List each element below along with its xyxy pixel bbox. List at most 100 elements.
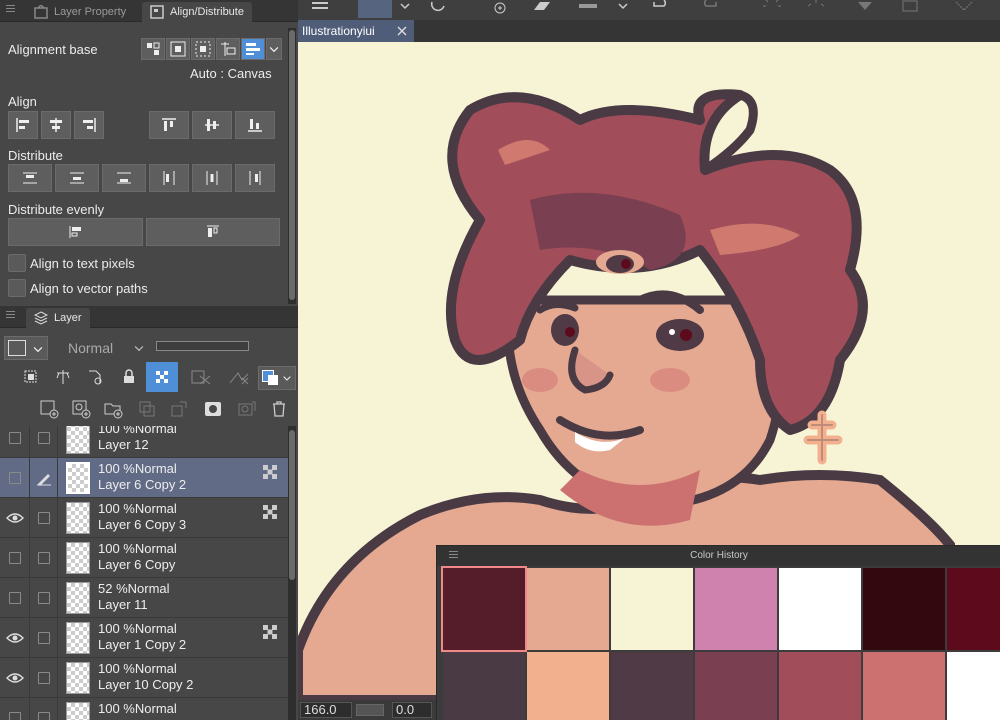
- spiral-icon[interactable]: [428, 0, 448, 14]
- distribute-evenly-horizontal-button[interactable]: [146, 218, 280, 246]
- distribute-left-button[interactable]: [149, 164, 189, 192]
- zoom-field[interactable]: 166.0: [300, 702, 352, 718]
- tab-layer[interactable]: Layer: [26, 308, 90, 328]
- align-panel-scroll-thumb[interactable]: [289, 30, 295, 300]
- base-selection-button[interactable]: [141, 38, 165, 60]
- chevron-down-icon[interactable]: [616, 0, 630, 12]
- layer-row[interactable]: 52 %Normal Layer 11: [0, 578, 288, 618]
- layer-row[interactable]: 100 %Normal: [0, 698, 288, 720]
- menu-icon[interactable]: [310, 0, 330, 14]
- color-swatch[interactable]: [695, 652, 777, 720]
- color-history-grip-icon[interactable]: [449, 551, 458, 560]
- layer-row[interactable]: 100 %Normal Layer 6 Copy: [0, 538, 288, 578]
- enable-mask-icon[interactable]: [186, 364, 216, 390]
- document-tab[interactable]: Illustrationyiui: [298, 20, 414, 42]
- distribute-evenly-vertical-button[interactable]: [8, 218, 143, 246]
- create-mask-icon[interactable]: [200, 396, 226, 422]
- layer-visibility-toggle[interactable]: [0, 658, 30, 698]
- layer-row[interactable]: 100 %Normal Layer 12: [0, 426, 288, 458]
- layer-row[interactable]: 100 %Normal Layer 6 Copy 3: [0, 498, 288, 538]
- layer-visibility-toggle[interactable]: [0, 538, 30, 578]
- layer-visibility-toggle[interactable]: [0, 578, 30, 618]
- layer-lock-toggle[interactable]: [30, 538, 58, 578]
- new-item-icon[interactable]: [484, 0, 508, 16]
- base-canvas-button[interactable]: [166, 38, 190, 60]
- rotation-field[interactable]: 0.0: [392, 702, 432, 718]
- layer-lock-toggle[interactable]: [30, 618, 58, 658]
- color-swatch[interactable]: [611, 652, 693, 720]
- layer-row[interactable]: 100 %Normal Layer 1 Copy 2: [0, 618, 288, 658]
- layer-color-selector[interactable]: [4, 336, 48, 360]
- align-top-button[interactable]: [149, 111, 189, 139]
- opacity-slider[interactable]: [156, 341, 249, 351]
- color-swatch[interactable]: [863, 568, 945, 650]
- align-panel-scrollbar[interactable]: [288, 28, 296, 304]
- color-swatch[interactable]: [779, 652, 861, 720]
- distribute-hcenter-button[interactable]: [192, 164, 232, 192]
- layer-visibility-toggle[interactable]: [0, 618, 30, 658]
- delete-layer-icon[interactable]: [266, 396, 292, 422]
- layer-row[interactable]: 100 %Normal Layer 10 Copy 2: [0, 658, 288, 698]
- chevron-down-icon[interactable]: [398, 0, 412, 12]
- panel-grip-icon[interactable]: [6, 5, 15, 14]
- layer-lock-toggle[interactable]: [30, 426, 58, 458]
- color-swatch[interactable]: [441, 566, 527, 652]
- base-auto-button[interactable]: [241, 38, 265, 60]
- lock-icon[interactable]: [116, 364, 142, 390]
- align-right-button[interactable]: [74, 111, 104, 139]
- new-vector-layer-icon[interactable]: [68, 396, 94, 422]
- color-swatch[interactable]: [947, 652, 1000, 720]
- color-swatch[interactable]: [695, 568, 777, 650]
- undo-icon[interactable]: [650, 0, 670, 14]
- edit-canvas-button[interactable]: [358, 0, 392, 18]
- layer-lock-toggle[interactable]: [30, 458, 58, 498]
- color-swatch[interactable]: [947, 568, 1000, 650]
- layer-color-button[interactable]: [258, 366, 296, 390]
- layer-list-scroll-thumb[interactable]: [289, 430, 295, 580]
- blend-mode-select[interactable]: Normal: [60, 336, 148, 360]
- base-layer-button[interactable]: [216, 38, 240, 60]
- layer-panel-grip-icon[interactable]: [6, 311, 15, 320]
- new-folder-icon[interactable]: [100, 396, 126, 422]
- new-raster-layer-icon[interactable]: [36, 396, 62, 422]
- align-bottom-button[interactable]: [235, 111, 275, 139]
- base-dropdown-button[interactable]: [266, 38, 282, 60]
- fill-icon[interactable]: [576, 0, 600, 14]
- show-mask-area-icon[interactable]: [224, 364, 254, 390]
- align-left-button[interactable]: [8, 111, 38, 139]
- zoom-slider[interactable]: [356, 704, 384, 716]
- base-ruler-button[interactable]: [191, 38, 215, 60]
- tab-align-distribute[interactable]: Align/Distribute: [142, 2, 252, 22]
- color-swatch[interactable]: [779, 568, 861, 650]
- layer-lock-toggle[interactable]: [30, 658, 58, 698]
- layer-visibility-toggle[interactable]: [0, 498, 30, 538]
- layer-visibility-toggle[interactable]: [0, 426, 30, 458]
- color-swatch[interactable]: [527, 652, 609, 720]
- clip-lower-layer-icon[interactable]: [18, 364, 44, 390]
- layer-list-scrollbar[interactable]: [288, 426, 296, 720]
- distribute-center-button[interactable]: [55, 164, 99, 192]
- align-vector-paths-checkbox[interactable]: [8, 279, 26, 297]
- distribute-right-button[interactable]: [235, 164, 275, 192]
- align-center-button[interactable]: [41, 111, 71, 139]
- align-middle-button[interactable]: [192, 111, 232, 139]
- layer-lock-toggle[interactable]: [30, 698, 58, 720]
- layer-row[interactable]: 100 %Normal Layer 6 Copy 2: [0, 458, 288, 498]
- reference-layer-icon[interactable]: [50, 364, 76, 390]
- distribute-top-button[interactable]: [8, 164, 52, 192]
- align-text-pixels-checkbox[interactable]: [8, 254, 26, 272]
- color-swatch[interactable]: [863, 652, 945, 720]
- layer-visibility-toggle[interactable]: [0, 458, 30, 498]
- layer-lock-toggle[interactable]: [30, 498, 58, 538]
- distribute-bottom-button[interactable]: [102, 164, 146, 192]
- color-swatch[interactable]: [443, 652, 525, 720]
- layer-lock-toggle[interactable]: [30, 578, 58, 618]
- lock-transparent-icon[interactable]: [146, 362, 178, 392]
- close-icon[interactable]: [396, 25, 408, 37]
- eraser-icon[interactable]: [530, 0, 554, 14]
- color-swatch[interactable]: [527, 568, 609, 650]
- tab-layer-property[interactable]: Layer Property: [26, 2, 134, 22]
- color-swatch[interactable]: [611, 568, 693, 650]
- draft-layer-icon[interactable]: [82, 364, 108, 390]
- layer-visibility-toggle[interactable]: [0, 698, 30, 720]
